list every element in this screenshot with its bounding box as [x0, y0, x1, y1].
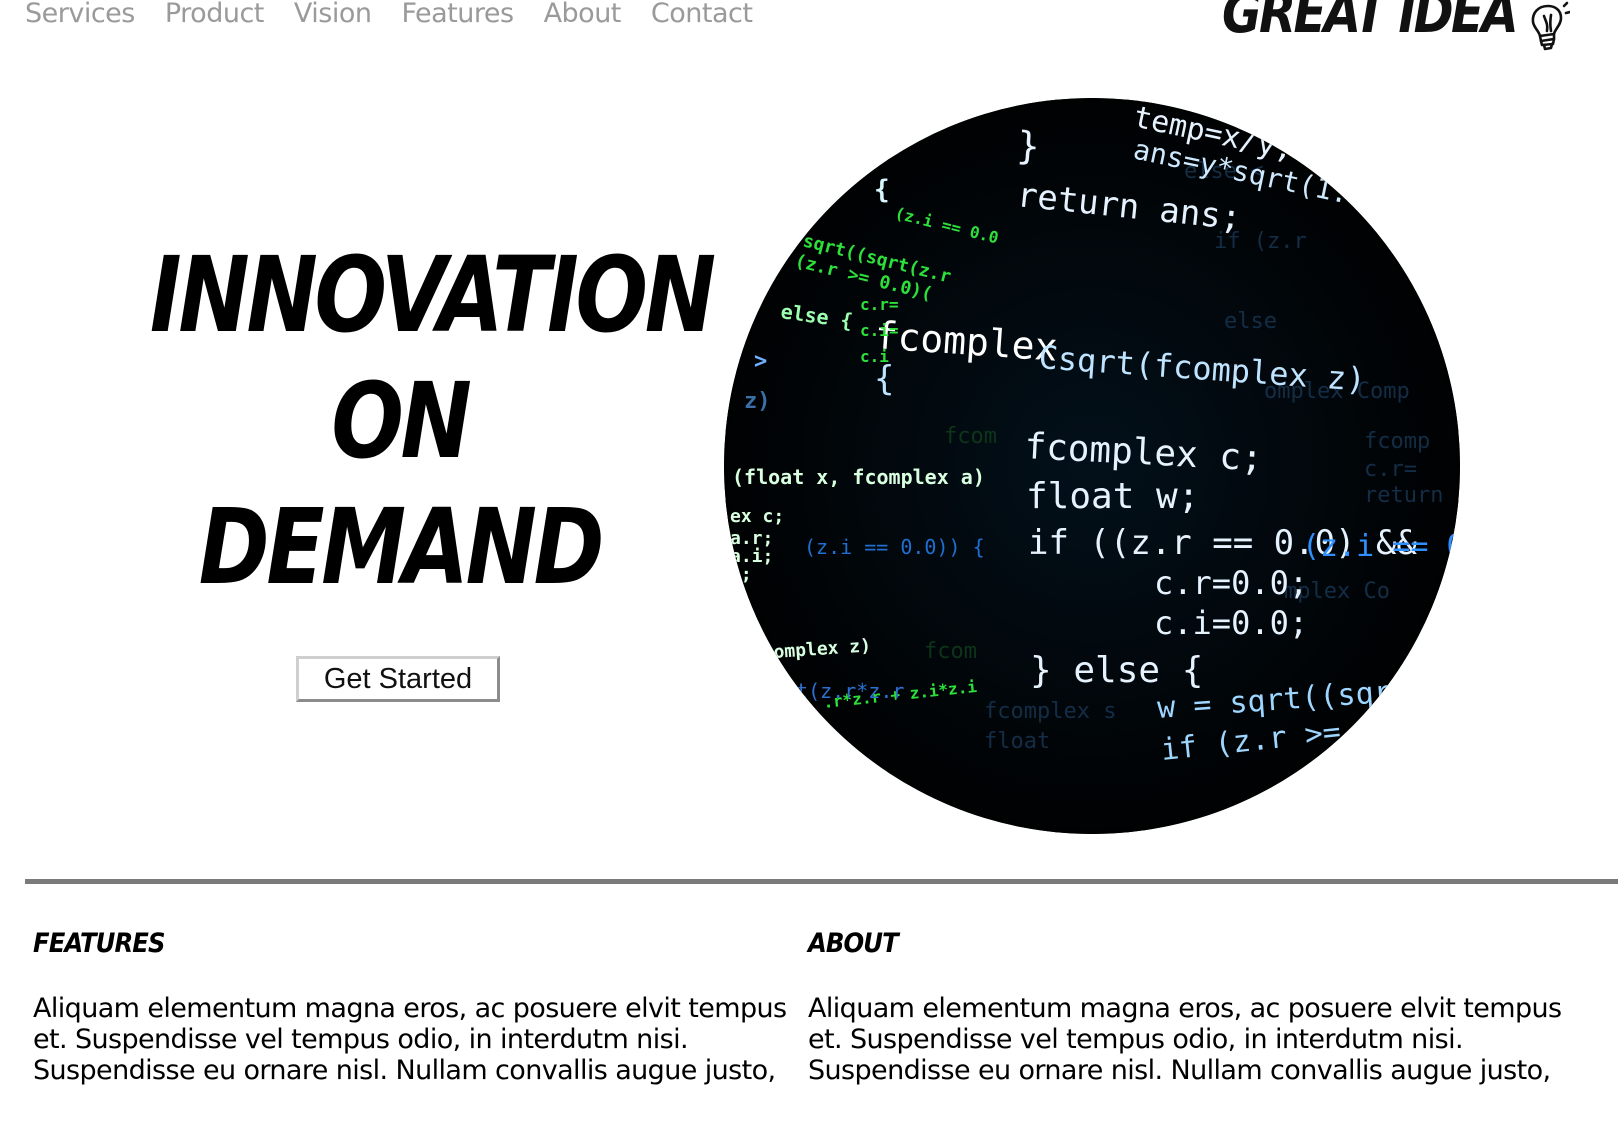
lightbulb-icon: [1526, 0, 1572, 58]
nav-item-vision[interactable]: Vision: [294, 0, 372, 29]
get-started-button[interactable]: Get Started: [296, 656, 500, 702]
svg-text:c;: c;: [730, 564, 752, 585]
svg-text:} else {: } else {: [1030, 650, 1203, 691]
svg-text:rt(z.r*z.r: rt(z.r*z.r: [784, 679, 904, 703]
svg-text:else: else: [1224, 309, 1277, 334]
nav-item-features[interactable]: Features: [401, 0, 514, 29]
svg-text:fcomp: fcomp: [1364, 429, 1430, 454]
landing-page: Services Product Vision Features About C…: [0, 0, 1618, 1124]
svg-text:c.i=: c.i=: [860, 321, 899, 340]
hero-title-line-2: ON: [331, 360, 472, 482]
svg-text:fcomplex s: fcomplex s: [984, 699, 1116, 724]
svg-text:fcom: fcom: [944, 424, 997, 449]
nav-item-product[interactable]: Product: [165, 0, 265, 29]
about-body: Aliquam elementum magna eros, ac posuere…: [808, 993, 1562, 1086]
features-heading: FEATURES: [33, 928, 166, 959]
svg-text:{: {: [874, 175, 890, 205]
svg-text:fcom: fcom: [924, 639, 977, 664]
hero-title-line-3: DEMAND: [198, 486, 605, 608]
hero-title: INNOVATION ON DEMAND: [95, 232, 716, 610]
svg-text:c.i: c.i: [860, 347, 889, 366]
svg-text:z): z): [744, 389, 771, 414]
section-divider: [25, 879, 1618, 884]
svg-text:return: return: [1364, 483, 1443, 508]
svg-text:(float x, fcomplex a): (float x, fcomplex a): [732, 465, 985, 489]
hero-title-line-1: INNOVATION: [149, 234, 716, 356]
svg-text:c.r=: c.r=: [1364, 457, 1417, 482]
code-image-graphic: else < if (z.r else omplex Comp fcomp c.…: [724, 98, 1460, 834]
about-heading: ABOUT: [808, 928, 899, 959]
nav-item-contact[interactable]: Contact: [651, 0, 753, 29]
features-section: FEATURES Aliquam elementum magna eros, a…: [33, 928, 793, 1086]
hero-code-image: else < if (z.r else omplex Comp fcomp c.…: [724, 98, 1460, 834]
svg-text:(z.i == 0.0)) {: (z.i == 0.0)) {: [1302, 529, 1460, 564]
nav-item-about[interactable]: About: [544, 0, 622, 29]
about-section: ABOUT Aliquam elementum magna eros, ac p…: [808, 928, 1568, 1086]
site-logo[interactable]: GREAT IDEA: [1222, 0, 1572, 51]
svg-text:ex c;: ex c;: [730, 506, 784, 527]
svg-text:float w;: float w;: [1026, 476, 1199, 517]
top-nav: Services Product Vision Features About C…: [25, 0, 753, 29]
svg-text:float: float: [984, 729, 1050, 754]
svg-text:c.r=: c.r=: [860, 295, 899, 314]
logo-text: GREAT IDEA: [1222, 0, 1519, 46]
svg-text:c.r=0.0;: c.r=0.0;: [1154, 564, 1308, 602]
svg-text:(z.i == 0.0)) {: (z.i == 0.0)) {: [804, 535, 985, 559]
svg-text:>: >: [754, 349, 767, 374]
features-body: Aliquam elementum magna eros, ac posuere…: [33, 993, 787, 1086]
nav-item-services[interactable]: Services: [25, 0, 135, 29]
svg-text:}: }: [1015, 123, 1041, 168]
svg-text:c.i=0.0;: c.i=0.0;: [1154, 604, 1308, 642]
